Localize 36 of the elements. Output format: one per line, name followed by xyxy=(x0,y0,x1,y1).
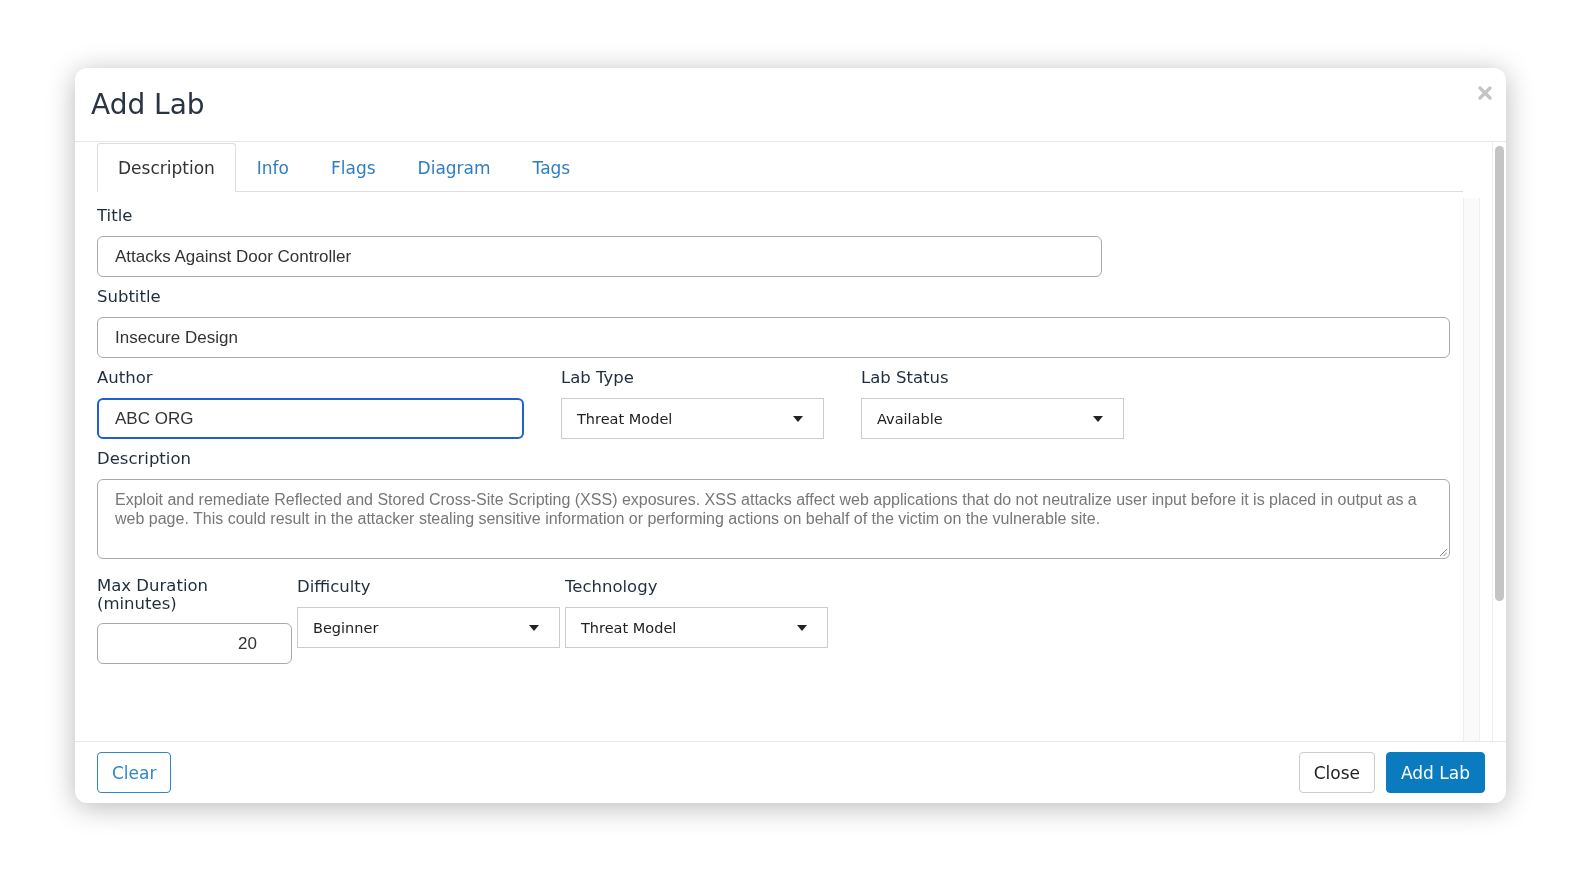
number-field[interactable]: 20 xyxy=(97,623,292,664)
field-label: Lab Type xyxy=(561,368,635,388)
text-field[interactable]: Insecure Design xyxy=(97,317,1450,358)
field-label: Author xyxy=(97,368,154,388)
dropdown[interactable]: Beginner xyxy=(297,607,560,648)
resize-grip-icon[interactable] xyxy=(1439,548,1447,556)
field-label: Subtitle xyxy=(97,287,162,307)
tab[interactable]: Diagram xyxy=(396,143,512,192)
close-icon[interactable] xyxy=(1478,86,1492,100)
tab[interactable]: Description xyxy=(97,143,236,192)
footer-button[interactable]: Close xyxy=(1298,752,1375,793)
field-label: Max Duration (minutes) xyxy=(97,577,210,613)
caret-icon xyxy=(529,624,539,631)
field-label: Description xyxy=(97,449,192,469)
field-label: Difficulty xyxy=(297,577,372,597)
text-field[interactable]: ABC ORG xyxy=(97,398,524,439)
text-field[interactable]: Attacks Against Door Controller xyxy=(97,236,1102,277)
dropdown[interactable]: Threat Model xyxy=(565,607,828,648)
field-label: Lab Status xyxy=(861,368,950,388)
dropdown[interactable]: Threat Model xyxy=(561,398,824,439)
footer-button[interactable]: Add Lab xyxy=(1386,752,1485,793)
tab[interactable]: Info xyxy=(235,143,310,192)
caret-icon xyxy=(797,624,807,631)
scrollbar[interactable] xyxy=(1492,142,1506,741)
description-text: Exploit and remediate Reflected and Stored Cross-Site Scripting (XSS) exposures. XSS attacks affect web applications that do not neutralize user input before it is placed in output as a web page. This could result in the attacker stealing sensitive information or performing actions on behalf of the victim on the vulnerable site. xyxy=(115,491,1417,527)
caret-icon xyxy=(793,415,803,422)
caret-icon xyxy=(1093,415,1103,422)
scrollbar-thumb[interactable] xyxy=(1495,146,1504,601)
clear-button[interactable]: Clear xyxy=(97,752,172,793)
field-label: Title xyxy=(97,206,134,226)
dialog-title: Add Lab xyxy=(91,88,205,121)
tab[interactable]: Flags xyxy=(310,143,397,192)
dropdown[interactable]: Available xyxy=(861,398,1124,439)
tab[interactable]: Tags xyxy=(511,143,592,192)
textarea-field[interactable] xyxy=(97,479,1450,559)
field-label: Technology xyxy=(565,577,659,597)
